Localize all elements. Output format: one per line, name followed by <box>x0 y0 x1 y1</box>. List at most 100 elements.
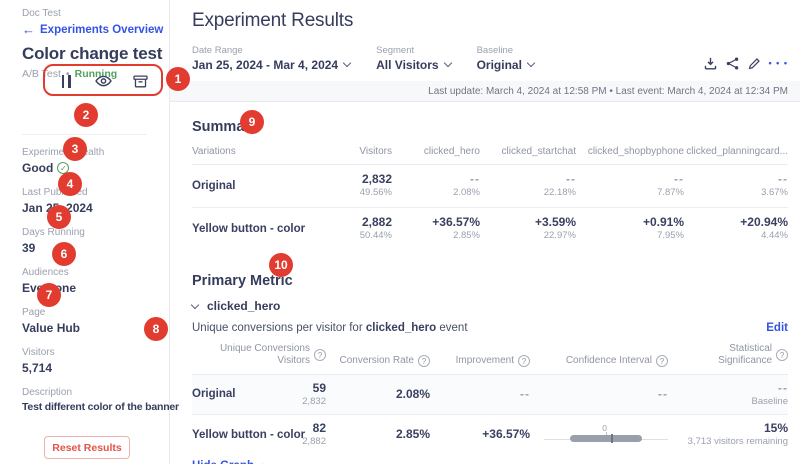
back-link-label: Experiments Overview <box>40 23 164 36</box>
field-label: Visitors <box>22 347 55 358</box>
hide-graph-link[interactable]: Hide Graph <box>192 460 266 464</box>
metric-lift: -- <box>566 172 576 186</box>
field-audiences: Audiences Everyone <box>22 267 169 295</box>
significance-value: -- <box>778 380 788 395</box>
metric-lift: -- <box>470 172 480 186</box>
filter-label: Date Range <box>192 45 243 56</box>
column-header: Unique Conversions Visitors <box>219 342 310 367</box>
field-value: 5,714 <box>22 361 53 375</box>
filters-row: Date Range Jan 25, 2024 - Mar 4, 2024 Se… <box>192 45 788 72</box>
metric-rate: 2.08% <box>453 187 480 198</box>
download-icon[interactable] <box>704 57 717 70</box>
column-header: clicked_planningcard... <box>686 146 788 157</box>
field-days-running: Days Running 39 <box>22 227 169 255</box>
field-label: Experiment Health <box>22 147 105 158</box>
field-label: Audiences <box>22 267 69 278</box>
variation-name: Yellow button - color <box>192 428 306 441</box>
visitors-share: 49.56% <box>359 187 392 198</box>
field-value: 39 <box>22 241 36 255</box>
metric-collapse-toggle[interactable]: clicked_hero <box>190 298 788 313</box>
column-header: Confidence Interval <box>565 355 652 367</box>
share-icon[interactable] <box>726 57 739 70</box>
table-row-original: Original 59 2,832 2.08% -- -- -- Baseline <box>192 374 788 416</box>
field-label: Days Running <box>22 227 85 238</box>
column-header: clicked_hero <box>423 146 480 157</box>
field-value: Test different color of the banner <box>22 401 179 413</box>
back-arrow-icon: ← <box>22 22 35 37</box>
conversions-count: 59 <box>312 380 326 395</box>
field-description: Description Test different color of the … <box>22 387 179 413</box>
help-icon[interactable]: ? <box>776 349 788 362</box>
hide-graph-label: Hide Graph <box>192 460 254 464</box>
reset-results-button[interactable]: Reset Results <box>44 436 130 459</box>
metric-lift: -- <box>674 172 684 186</box>
visitors-share: 50.44% <box>359 230 392 242</box>
conversion-rate: 2.08% <box>395 386 430 401</box>
description-prefix: Unique conversions per visitor for <box>192 321 366 334</box>
segment-filter[interactable]: Segment All Visitors <box>376 45 452 72</box>
column-header: Visitors <box>359 146 392 157</box>
field-last-published: Last Published Jan 25, 2024 <box>22 187 169 215</box>
back-to-experiments-link[interactable]: ← Experiments Overview <box>22 22 169 37</box>
baseline-filter[interactable]: Baseline Original <box>476 45 536 72</box>
table-row-original: Original 2,832 49.56% -- 2.08% -- 22.18% --… <box>192 165 788 209</box>
conversion-rate: 2.85% <box>395 427 430 442</box>
summary-section: Summary Variations Visitors clicked_hero… <box>192 119 788 251</box>
table-row-variation: Yellow button - color 2,882 50.44% +36.57… <box>192 208 788 250</box>
archive-icon[interactable] <box>131 72 149 90</box>
primary-metric-section: Primary Metric clicked_hero Unique conve… <box>190 273 788 464</box>
field-value: Jan 25, 2024 <box>22 201 93 215</box>
filter-label: Baseline <box>476 45 514 56</box>
date-range-filter[interactable]: Date Range Jan 25, 2024 - Mar 4, 2024 <box>192 45 352 72</box>
field-value: Good <box>22 161 54 175</box>
metric-lift: -- <box>778 172 788 186</box>
metric-description: Unique conversions per visitor for click… <box>192 322 468 334</box>
variation-name: Original <box>192 179 236 192</box>
summary-title: Summary <box>192 119 259 135</box>
metric-rate: 2.85% <box>453 230 480 242</box>
help-icon[interactable]: ? <box>656 355 668 368</box>
visitors-count: 2,832 <box>361 172 392 186</box>
edit-metric-link[interactable]: Edit <box>766 322 788 334</box>
field-page: Page Value Hub <box>22 307 169 335</box>
primary-header-row: Unique Conversions Visitors? Conversion … <box>192 343 788 375</box>
edit-pencil-icon[interactable] <box>748 57 760 70</box>
filter-value: Jan 25, 2024 - Mar 4, 2024 <box>192 58 339 72</box>
help-icon[interactable]: ? <box>418 355 430 368</box>
filter-value: All Visitors <box>376 58 439 72</box>
last-update-text: Last update: March 4, 2024 at 12:58 PM •… <box>428 85 788 97</box>
field-value: Everyone <box>22 281 77 295</box>
metric-lift: +20.94% <box>740 215 788 230</box>
conversions-count: 82 <box>312 421 326 436</box>
description-metric: clicked_hero <box>365 321 437 334</box>
metric-description-row: Unique conversions per visitor for click… <box>192 322 788 334</box>
more-ellipsis-icon[interactable]: • • • <box>769 58 788 68</box>
interval-median-tick <box>610 434 613 444</box>
chevron-down-icon <box>526 58 536 68</box>
metric-rate: 7.95% <box>657 230 684 242</box>
summary-header-row: Variations Visitors clicked_hero clicked… <box>192 146 788 165</box>
experiment-results-page: Doc Test ← Experiments Overview Color ch… <box>0 0 800 464</box>
field-value: Value Hub <box>22 321 81 335</box>
project-name: Doc Test <box>22 8 61 19</box>
metric-lift: +36.57% <box>432 215 480 230</box>
field-label: Last Published <box>22 187 88 198</box>
pause-icon[interactable] <box>57 72 75 90</box>
visitors-count: 2,882 <box>361 215 392 230</box>
field-label: Page <box>22 307 46 318</box>
experiment-title: Color change test <box>22 44 163 63</box>
preview-eye-icon[interactable] <box>94 72 112 90</box>
column-header: clicked_startchat <box>501 146 576 157</box>
help-icon[interactable]: ? <box>314 349 326 362</box>
metric-lift: +3.59% <box>534 215 576 230</box>
improvement-value: -- <box>520 386 530 401</box>
column-header: clicked_shopbyphone <box>587 146 684 157</box>
primary-metric-table: Unique Conversions Visitors? Conversion … <box>192 343 788 455</box>
improvement-value: +36.57% <box>482 427 530 442</box>
summary-table: Variations Visitors clicked_hero clicked… <box>192 146 788 251</box>
metric-name: clicked_hero <box>207 298 281 313</box>
chevron-down-icon <box>443 58 452 68</box>
help-icon[interactable]: ? <box>518 355 530 368</box>
visitors-remaining-note: 3,713 visitors remaining <box>687 436 788 448</box>
visitors-count: 2,882 <box>302 436 326 448</box>
